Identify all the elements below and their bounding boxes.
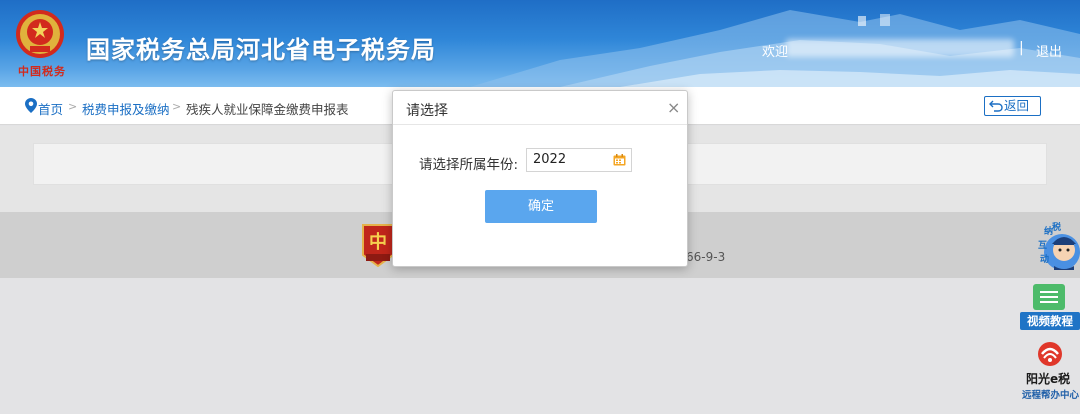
taxpayer-interaction-widget[interactable]: 纳 税 互 动 [1032,221,1080,274]
calendar-icon[interactable] [613,154,626,166]
government-site-badge-icon[interactable]: 中 [361,223,395,267]
dialog-header: 请选择 × [393,91,687,125]
confirm-button[interactable]: 确定 [485,190,597,223]
svg-text:税: 税 [1052,222,1061,232]
back-button[interactable]: 返回 [984,96,1041,116]
national-emblem-icon [16,10,64,58]
video-tutorial-widget[interactable]: 视频教程 [1018,282,1080,332]
dialog-title: 请选择 [406,103,448,119]
site-title: 国家税务总局河北省电子税务局 [86,36,436,64]
breadcrumb-arrow: > [68,100,78,113]
close-icon[interactable]: × [667,100,680,116]
footer-icp-text: 66-9-3 [686,250,726,264]
breadcrumb-current-page: 残疾人就业保障金缴费申报表 [186,102,349,117]
location-pin-icon [25,98,37,113]
breadcrumb-tax-declaration[interactable]: 税费申报及缴纳 [82,99,170,118]
video-tutorial-label: 视频教程 [1020,312,1080,330]
remote-help-center-label: 远程帮办中心 [1022,390,1080,401]
video-tutorial-icon [1033,284,1065,310]
logout-link[interactable]: 退出 [1036,41,1062,60]
welcome-text: 欢迎 [762,45,789,60]
year-label: 请选择所属年份: [419,157,519,173]
tax-officer-avatar-icon: 纳 税 互 动 [1038,221,1080,270]
return-arrow-icon [989,100,1003,112]
brand-script-logo: 中国税务 [18,65,66,78]
svg-text:动: 动 [1040,254,1049,264]
site-header: 中国税务 国家税务总局河北省电子税务局 欢迎 | 退出 [0,0,1080,87]
username-redacted [786,39,1014,57]
header-separator: | [1019,40,1024,56]
sunshine-etax-brand: 阳光e税 [1026,372,1071,386]
back-button-label: 返回 [1004,98,1030,113]
sunshine-etax-logo-icon [1038,342,1062,366]
svg-text:互: 互 [1038,240,1047,250]
svg-text:中: 中 [369,231,387,253]
sunshine-etax-widget[interactable]: 阳光e税 远程帮办中心 [1018,340,1080,402]
page-background [0,278,1080,414]
year-select-dialog: 请选择 × 请选择所属年份: 2022 确定 [392,90,688,267]
breadcrumb-home[interactable]: 首页 [38,99,63,118]
breadcrumb-arrow: > [172,100,182,113]
